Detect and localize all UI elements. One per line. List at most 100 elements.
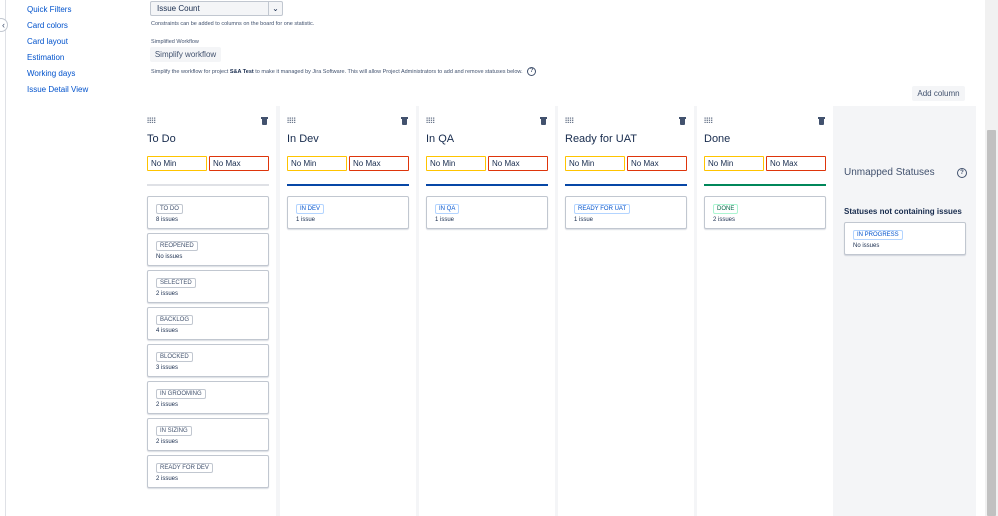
trash-icon[interactable] — [401, 116, 408, 125]
issue-count: 2 issues — [156, 439, 179, 445]
status-lozenge: BACKLOG — [156, 315, 194, 325]
drag-handle-icon[interactable] — [426, 117, 435, 123]
issue-count: 2 issues — [156, 291, 179, 297]
sw-desc-suffix: to make it managed by Jira Software. Thi… — [255, 68, 523, 75]
column-name[interactable]: Done — [704, 133, 730, 145]
status-card[interactable]: TO DO 8 issues — [147, 196, 269, 229]
status-lozenge: BLOCKED — [156, 352, 193, 362]
status-lozenge: SELECTED — [156, 278, 196, 288]
column-min-input[interactable]: No Min — [287, 156, 347, 171]
column-min-input[interactable]: No Min — [147, 156, 207, 171]
status-card[interactable]: IN DEV 1 issue — [287, 196, 409, 229]
status-lozenge: TO DO — [156, 204, 183, 214]
column-name[interactable]: To Do — [147, 133, 176, 145]
unmapped-subtitle: Statuses not containing issues — [844, 207, 962, 216]
status-card[interactable]: IN PROGRESS No issues — [844, 222, 966, 255]
column-category-line — [147, 184, 269, 186]
issue-count: 8 issues — [156, 217, 179, 223]
trash-icon[interactable] — [818, 116, 825, 125]
status-card[interactable]: READY FOR UAT 1 issue — [565, 196, 687, 229]
column-category-line — [704, 184, 826, 186]
column-board: To Do No Min No Max TO DO 8 issues REOPE… — [140, 106, 976, 516]
drag-handle-icon[interactable] — [287, 117, 296, 123]
constraint-description: Constraints can be added to columns on t… — [151, 21, 315, 27]
sw-desc-prefix: Simplify the workflow for project — [151, 68, 229, 75]
status-lozenge: REOPENED — [156, 241, 198, 251]
help-icon[interactable]: ? — [957, 168, 967, 178]
sidebar-item-issue-detail-view[interactable]: Issue Detail View — [27, 83, 88, 99]
sidebar-item-quick-filters[interactable]: Quick Filters — [27, 3, 88, 19]
column-max-input[interactable]: No Max — [766, 156, 826, 171]
issue-count: 3 issues — [156, 365, 179, 371]
status-lozenge: IN DEV — [296, 204, 325, 214]
add-column-button[interactable]: Add column — [912, 86, 965, 101]
sidebar-item-card-layout[interactable]: Card layout — [27, 35, 88, 51]
status-lozenge: IN PROGRESS — [853, 230, 903, 240]
page-scrollbar[interactable] — [985, 0, 998, 516]
settings-sidebar: Quick Filters Card colors Card layout Es… — [27, 3, 88, 99]
scrollbar-thumb[interactable] — [987, 130, 996, 516]
column-constraint-select[interactable]: Issue Count ⌄ — [150, 1, 283, 16]
issue-count: 1 issue — [435, 217, 455, 223]
drag-handle-icon[interactable] — [147, 117, 156, 123]
issue-count: 2 issues — [156, 476, 179, 482]
status-lozenge: READY FOR DEV — [156, 463, 213, 473]
column-min-input[interactable]: No Min — [704, 156, 764, 171]
status-card[interactable]: IN GROOMING 2 issues — [147, 381, 269, 414]
unmapped-title: Unmapped Statuses — [844, 167, 935, 178]
column-name[interactable]: In QA — [426, 133, 454, 145]
column-category-line — [565, 184, 687, 186]
board-column-in-qa: In QA No Min No Max IN QA 1 issue — [419, 106, 555, 516]
issue-count: 1 issue — [296, 217, 316, 223]
status-lozenge: IN SIZING — [156, 426, 192, 436]
column-max-input[interactable]: No Max — [488, 156, 548, 171]
simplified-workflow-label: Simplified Workflow — [151, 39, 199, 45]
column-name[interactable]: Ready for UAT — [565, 133, 637, 145]
status-card[interactable]: IN QA 1 issue — [426, 196, 548, 229]
status-card[interactable]: SELECTED 2 issues — [147, 270, 269, 303]
trash-icon[interactable] — [540, 116, 547, 125]
trash-icon[interactable] — [261, 116, 268, 125]
column-category-line — [426, 184, 548, 186]
unmapped-statuses-panel: Unmapped Statuses ? Statuses not contain… — [832, 106, 976, 516]
status-card[interactable]: READY FOR DEV 2 issues — [147, 455, 269, 488]
status-lozenge: READY FOR UAT — [574, 204, 631, 214]
sidebar-item-working-days[interactable]: Working days — [27, 67, 88, 83]
status-lozenge: IN QA — [435, 204, 460, 214]
sidebar-item-card-colors[interactable]: Card colors — [27, 19, 88, 35]
board-column-done: Done No Min No Max DONE 2 issues — [697, 106, 833, 516]
status-card[interactable]: BACKLOG 4 issues — [147, 307, 269, 340]
help-icon[interactable]: ? — [527, 67, 537, 76]
issue-count: 2 issues — [156, 402, 179, 408]
status-card[interactable]: REOPENED No issues — [147, 233, 269, 266]
status-card[interactable]: IN SIZING 2 issues — [147, 418, 269, 451]
column-max-input[interactable]: No Max — [627, 156, 687, 171]
board-column-to-do: To Do No Min No Max TO DO 8 issues REOPE… — [140, 106, 276, 516]
status-card[interactable]: DONE 2 issues — [704, 196, 826, 229]
trash-icon[interactable] — [679, 116, 686, 125]
column-min-input[interactable]: No Min — [565, 156, 625, 171]
left-panel-edge — [0, 0, 6, 516]
column-max-input[interactable]: No Max — [209, 156, 269, 171]
issue-count: 4 issues — [156, 328, 179, 334]
drag-handle-icon[interactable] — [565, 117, 574, 123]
status-card[interactable]: BLOCKED 3 issues — [147, 344, 269, 377]
constraint-select-value: Issue Count — [157, 4, 200, 13]
issue-count: 1 issue — [574, 217, 594, 223]
drag-handle-icon[interactable] — [704, 117, 713, 123]
project-name: S&A Test — [229, 68, 254, 75]
column-max-input[interactable]: No Max — [349, 156, 409, 171]
simplify-workflow-button[interactable]: Simplify workflow — [150, 47, 221, 62]
chevron-down-icon: ⌄ — [268, 2, 282, 15]
sidebar-item-estimation[interactable]: Estimation — [27, 51, 88, 67]
chevron-left-icon[interactable]: ‹ — [0, 18, 8, 32]
issue-count: No issues — [156, 254, 183, 260]
board-column-in-dev: In Dev No Min No Max IN DEV 1 issue — [280, 106, 416, 516]
status-lozenge: IN GROOMING — [156, 389, 206, 399]
column-name[interactable]: In Dev — [287, 133, 319, 145]
column-category-line — [287, 184, 409, 186]
status-lozenge: DONE — [713, 204, 739, 214]
column-min-input[interactable]: No Min — [426, 156, 486, 171]
board-column-ready-for-uat: Ready for UAT No Min No Max READY FOR UA… — [558, 106, 694, 516]
issue-count: No issues — [853, 243, 880, 249]
